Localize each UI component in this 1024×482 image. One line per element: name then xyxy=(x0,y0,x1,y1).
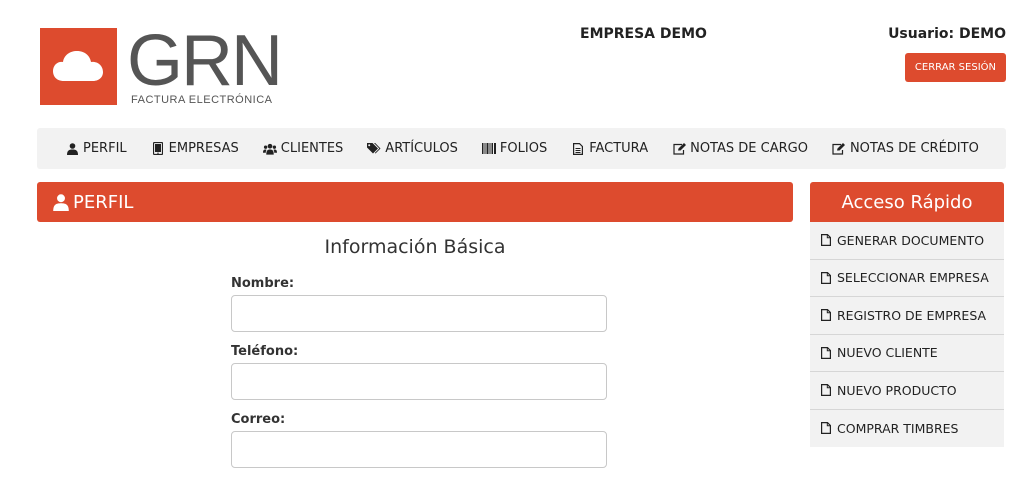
email-label: Correo: xyxy=(231,412,286,427)
clipped-row xyxy=(233,478,373,482)
nav-item-empresas[interactable]: EMPRESAS xyxy=(151,141,239,156)
nav-item-notas-cargo[interactable]: NOTAS DE CARGO xyxy=(672,141,808,156)
logout-button[interactable]: CERRAR SESIÓN xyxy=(904,53,1006,82)
file-icon xyxy=(821,271,831,284)
nav-label: FOLIOS xyxy=(499,141,548,156)
user-icon xyxy=(53,193,69,211)
file-icon xyxy=(821,234,831,247)
nav-label: CLIENTES xyxy=(280,141,344,156)
file-icon xyxy=(821,384,831,397)
quick-link-nuevo-producto[interactable]: NUEVO PRODUCTO xyxy=(810,372,1004,410)
nav-item-notas-credito[interactable]: NOTAS DE CRÉDITO xyxy=(832,141,979,156)
edit-icon xyxy=(672,142,686,156)
nav-label: NOTAS DE CARGO xyxy=(690,141,808,156)
user-label: Usuario: DEMO xyxy=(888,26,1006,42)
tablet-icon xyxy=(151,142,165,156)
quick-access-list: GENERAR DOCUMENTO SELECCIONAR EMPRESA RE… xyxy=(810,222,1004,447)
name-field[interactable] xyxy=(231,295,607,332)
nav-label: ARTÍCULOS xyxy=(385,141,458,156)
nav-label: PERFIL xyxy=(83,141,127,156)
logo-tagline: FACTURA ELECTRÓNICA xyxy=(131,94,273,106)
panel-header: PERFIL xyxy=(37,182,793,222)
quick-link-registro-empresa[interactable]: REGISTRO DE EMPRESA xyxy=(810,297,1004,335)
quick-link-label: COMPRAR TIMBRES xyxy=(837,420,959,436)
file-icon xyxy=(821,346,831,359)
file-icon xyxy=(821,422,831,435)
users-icon xyxy=(262,142,277,156)
quick-link-seleccionar-empresa[interactable]: SELECCIONAR EMPRESA xyxy=(810,260,1004,297)
form-title: Información Básica xyxy=(324,236,506,258)
barcode-icon xyxy=(481,142,496,156)
nav-item-factura[interactable]: FACTURA xyxy=(571,141,648,156)
nav-item-folios[interactable]: FOLIOS xyxy=(481,141,548,156)
name-label: Nombre: xyxy=(231,276,295,291)
nav-label: NOTAS DE CRÉDITO xyxy=(849,141,979,156)
email-field[interactable] xyxy=(231,431,607,468)
phone-label: Teléfono: xyxy=(231,344,299,359)
quick-link-nuevo-cliente[interactable]: NUEVO CLIENTE xyxy=(810,335,1004,372)
edit-icon xyxy=(832,142,846,156)
nav-item-perfil[interactable]: PERFIL xyxy=(65,141,127,156)
file-text-icon xyxy=(571,142,585,156)
quick-link-comprar-timbres[interactable]: COMPRAR TIMBRES xyxy=(810,410,1004,448)
cloud-icon xyxy=(40,28,117,105)
nav-label: EMPRESAS xyxy=(168,141,239,156)
quick-link-label: SELECCIONAR EMPRESA xyxy=(837,270,989,286)
quick-access-panel: Acceso Rápido GENERAR DOCUMENTO SELECCIO… xyxy=(810,182,1004,447)
main-nav: PERFIL EMPRESAS CLIENTES ARTÍCULOS FOLIO… xyxy=(37,128,1006,169)
quick-link-generar-documento[interactable]: GENERAR DOCUMENTO xyxy=(810,222,1004,260)
quick-access-title: Acceso Rápido xyxy=(810,182,1004,222)
logo-wordmark: GRN xyxy=(127,21,283,101)
brand-logo[interactable]: GRN FACTURA ELECTRÓNICA xyxy=(40,21,283,106)
nav-label: FACTURA xyxy=(589,141,649,156)
phone-field[interactable] xyxy=(231,363,607,400)
quick-link-label: REGISTRO DE EMPRESA xyxy=(837,307,987,323)
quick-link-label: NUEVO PRODUCTO xyxy=(837,382,957,398)
quick-link-label: GENERAR DOCUMENTO xyxy=(837,232,985,248)
company-name: EMPRESA DEMO xyxy=(580,26,707,42)
quick-link-label: NUEVO CLIENTE xyxy=(837,345,938,361)
panel-title: PERFIL xyxy=(73,191,134,213)
tags-icon xyxy=(367,142,381,156)
nav-item-clientes[interactable]: CLIENTES xyxy=(262,141,344,156)
user-icon xyxy=(65,142,79,156)
file-icon xyxy=(821,309,831,322)
nav-item-articulos[interactable]: ARTÍCULOS xyxy=(367,141,458,156)
